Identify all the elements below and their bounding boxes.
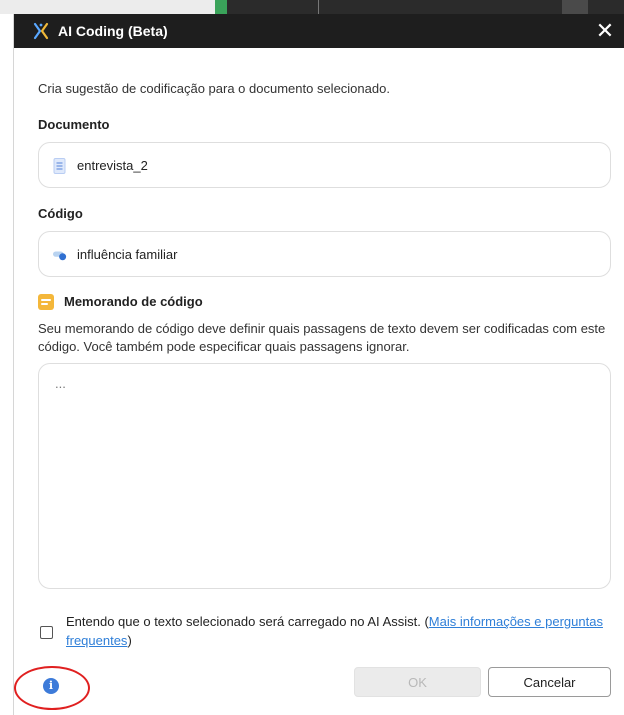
- background-segment: [215, 0, 227, 14]
- background-divider: [318, 0, 319, 14]
- background-segment: [227, 0, 562, 14]
- memo-description: Seu memorando de código deve definir qua…: [38, 321, 606, 354]
- ok-button[interactable]: OK: [354, 667, 481, 697]
- ai-coding-icon: [33, 22, 49, 40]
- document-field[interactable]: entrevista_2: [38, 142, 611, 188]
- code-tag-icon: [53, 251, 67, 261]
- document-value: entrevista_2: [77, 158, 148, 173]
- memo-title: Memorando de código: [64, 294, 203, 309]
- close-button[interactable]: ✕: [591, 16, 619, 46]
- code-value: influência familiar: [77, 247, 178, 262]
- annotation-circle: [14, 666, 90, 710]
- consent-text: Entendo que o texto selecionado será car…: [66, 612, 614, 650]
- background-segment: [588, 0, 624, 14]
- consent-checkbox[interactable]: [40, 626, 53, 639]
- dialog-description: Cria sugestão de codificação para o docu…: [38, 81, 390, 96]
- dialog-title: AI Coding (Beta): [58, 23, 168, 39]
- consent-text-end: ): [127, 633, 132, 648]
- memo-placeholder: ...: [55, 376, 66, 391]
- code-label: Código: [38, 206, 83, 221]
- ai-coding-dialog: AI Coding (Beta) ✕ Cria sugestão de codi…: [13, 14, 624, 715]
- code-field[interactable]: influência familiar: [38, 231, 611, 277]
- document-label: Documento: [38, 117, 110, 132]
- background-segment: [562, 0, 588, 14]
- memo-icon: [38, 294, 54, 310]
- document-icon: [53, 158, 66, 174]
- cancel-button[interactable]: Cancelar: [488, 667, 611, 697]
- consent-text-main: Entendo que o texto selecionado será car…: [66, 614, 429, 629]
- dialog-titlebar[interactable]: AI Coding (Beta) ✕: [14, 14, 624, 48]
- background-segment: [0, 0, 215, 14]
- memo-textarea[interactable]: ...: [38, 363, 611, 589]
- background-window-strip: [0, 0, 624, 14]
